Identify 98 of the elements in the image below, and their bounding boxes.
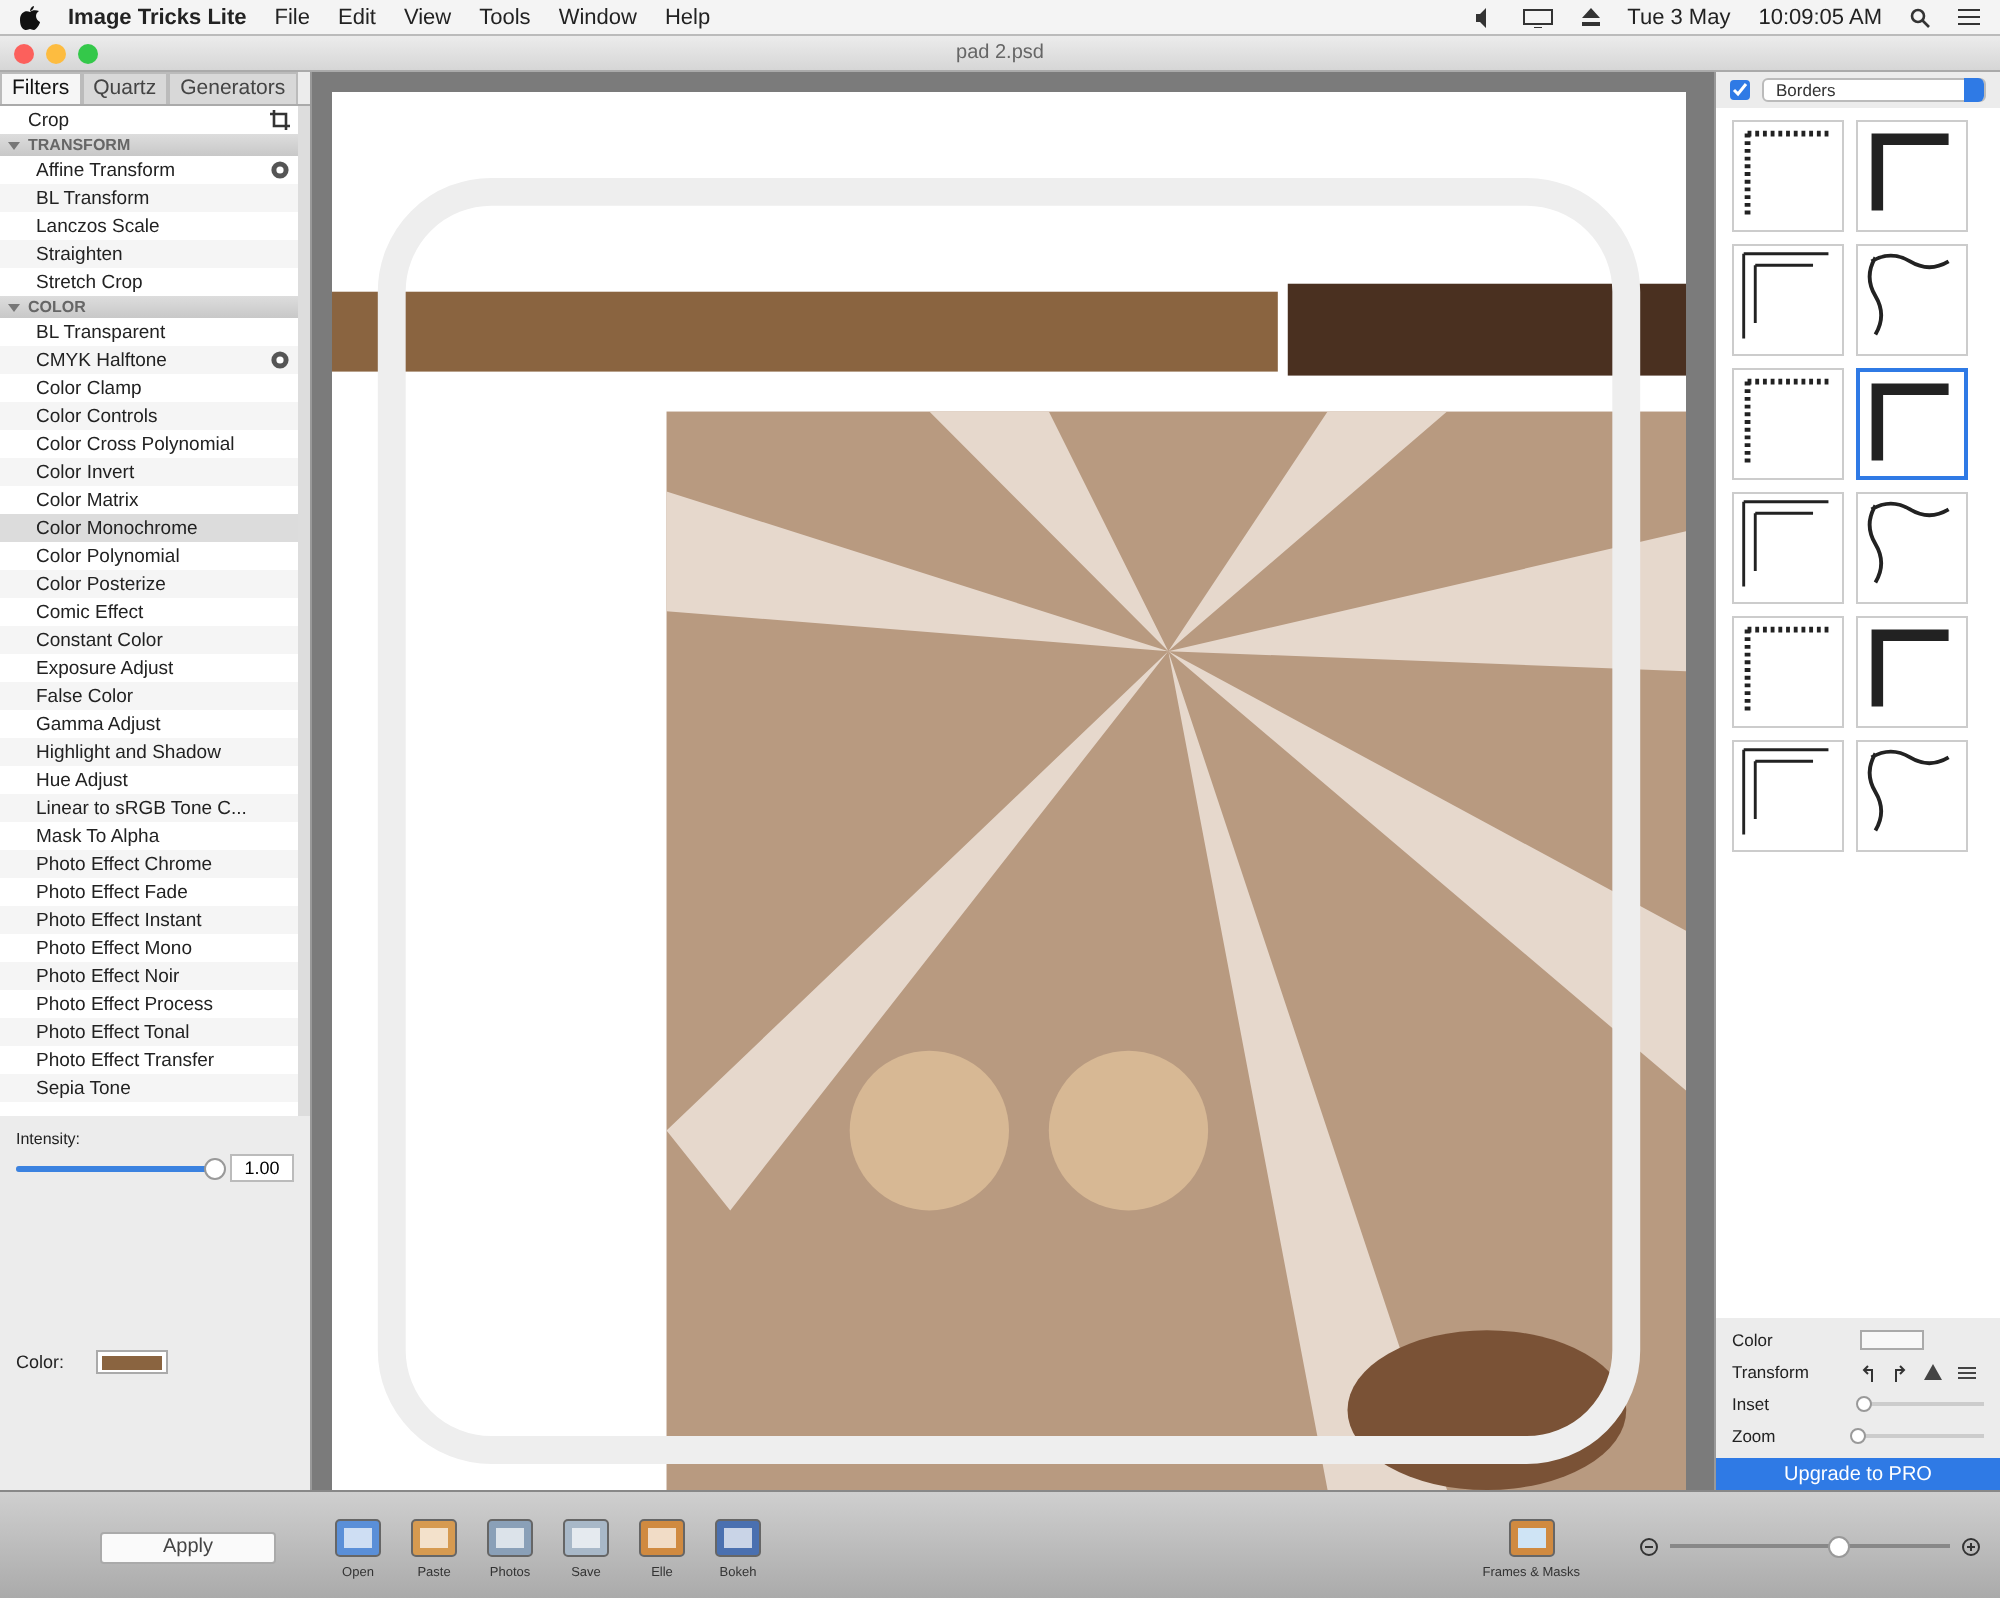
filter-item[interactable]: Mask To Alpha xyxy=(0,822,298,850)
filter-item[interactable]: Exposure Adjust xyxy=(0,654,298,682)
filter-item[interactable]: Photo Effect Fade xyxy=(0,878,298,906)
border-thumbnail[interactable] xyxy=(1732,368,1844,480)
zoom-label: Zoom xyxy=(1732,1426,1778,1446)
border-color-well[interactable] xyxy=(1860,1330,1924,1350)
border-thumbnail[interactable] xyxy=(1856,244,1968,356)
color-label: Color: xyxy=(16,1352,65,1372)
menu-item[interactable]: Tools xyxy=(479,5,531,29)
menu-item[interactable]: Help xyxy=(664,5,711,29)
filter-item[interactable]: Color Polynomial xyxy=(0,542,298,570)
category-popup[interactable]: Borders xyxy=(1762,78,1986,102)
filter-item[interactable]: Constant Color xyxy=(0,626,298,654)
inset-slider[interactable] xyxy=(1856,1396,1873,1412)
filter-item[interactable]: Photo Effect Noir xyxy=(0,962,298,990)
menu-list-icon[interactable] xyxy=(1958,8,1980,26)
frame-picture-icon[interactable] xyxy=(1505,1514,1558,1562)
border-thumbnail[interactable] xyxy=(1732,740,1844,852)
apply-button[interactable]: Apply xyxy=(100,1531,276,1563)
toolbar-picture-icon[interactable] xyxy=(484,1514,536,1562)
gear-icon[interactable] xyxy=(270,160,290,180)
menu-date[interactable]: Tue 3 May xyxy=(1627,5,1731,29)
menu-item[interactable]: View xyxy=(403,5,452,29)
filter-item[interactable]: Photo Effect Chrome xyxy=(0,850,298,878)
intensity-field[interactable]: 1.00 xyxy=(230,1154,294,1182)
filter-item[interactable]: Sepia Tone xyxy=(0,1074,298,1102)
display-icon[interactable] xyxy=(1521,7,1554,27)
filter-item[interactable]: Color Posterize xyxy=(0,570,298,598)
border-thumbnail[interactable] xyxy=(1856,120,1968,232)
filter-item[interactable]: BL Transform xyxy=(0,184,298,212)
toolbar-picture-icon[interactable] xyxy=(560,1514,612,1562)
border-thumbnail[interactable] xyxy=(1732,120,1844,232)
disclosure-triangle-icon[interactable] xyxy=(8,301,20,313)
borders-checkbox[interactable] xyxy=(1730,80,1750,100)
filter-item[interactable]: Color Monochrome xyxy=(0,514,298,542)
filter-item[interactable]: False Color xyxy=(0,682,298,710)
filter-item[interactable]: Hue Adjust xyxy=(0,766,298,794)
rotate-right-icon[interactable] xyxy=(1892,1363,1908,1381)
search-icon[interactable] xyxy=(1910,7,1930,27)
toolbar-picture-icon[interactable] xyxy=(636,1514,688,1562)
filter-item[interactable]: Color Clamp xyxy=(0,374,298,402)
filter-item[interactable]: Gamma Adjust xyxy=(0,710,298,738)
menu-clock[interactable]: 10:09:05 AM xyxy=(1758,5,1882,29)
menu-item[interactable]: Edit xyxy=(338,5,376,29)
filter-item[interactable]: Photo Effect Process xyxy=(0,990,298,1018)
filter-item[interactable]: Affine Transform xyxy=(0,156,298,184)
color-label: Color xyxy=(1732,1330,1775,1350)
eject-icon[interactable] xyxy=(1581,8,1600,26)
intensity-label: Intensity: xyxy=(16,1130,81,1148)
category-header[interactable]: COLOR xyxy=(0,296,298,318)
flip-vertical-icon[interactable] xyxy=(1924,1363,1942,1381)
border-thumbnail[interactable] xyxy=(1732,616,1844,728)
filter-item[interactable]: Highlight and Shadow xyxy=(0,738,298,766)
filter-item[interactable]: Color Matrix xyxy=(0,486,298,514)
toolbar-picture-icon[interactable] xyxy=(408,1514,460,1562)
rotate-left-icon[interactable] xyxy=(1860,1363,1876,1381)
filter-item[interactable]: BL Transparent xyxy=(0,318,298,346)
filter-item[interactable]: Color Invert xyxy=(0,458,298,486)
disclosure-triangle-icon[interactable] xyxy=(8,139,20,151)
menu-item[interactable]: File xyxy=(274,5,310,29)
filter-item[interactable]: Stretch Crop xyxy=(0,268,298,296)
filter-item[interactable]: Linear to sRGB Tone C... xyxy=(0,794,298,822)
filter-item[interactable]: CMYK Halftone xyxy=(0,346,298,374)
border-thumbnail[interactable] xyxy=(1856,616,1968,728)
filter-item[interactable]: Photo Effect Mono xyxy=(0,934,298,962)
border-thumbnail[interactable] xyxy=(1732,492,1844,604)
filter-item[interactable]: Photo Effect Instant xyxy=(0,906,298,934)
filter-item[interactable]: Photo Effect Tonal xyxy=(0,1018,298,1046)
panel-tab[interactable]: Filters xyxy=(0,72,82,104)
border-thumbnail[interactable] xyxy=(1732,244,1844,356)
color-well[interactable] xyxy=(96,1350,169,1374)
filter-item[interactable]: Lanczos Scale xyxy=(0,212,298,240)
border-thumbnail[interactable] xyxy=(1856,368,1968,480)
panel-tab[interactable]: Quartz xyxy=(81,72,169,104)
category-header[interactable]: TRANSFORM xyxy=(0,134,298,156)
toolbar-picture-icon[interactable] xyxy=(712,1514,764,1562)
crop-icon[interactable] xyxy=(270,110,290,130)
upgrade-button[interactable]: Upgrade to PRO xyxy=(1716,1458,2000,1490)
filter-item[interactable]: Color Controls xyxy=(0,402,298,430)
toolbar-picture-icon[interactable] xyxy=(332,1514,384,1562)
menu-item[interactable]: Window xyxy=(558,5,637,29)
panel-tab[interactable]: Generators xyxy=(168,72,298,104)
window-title: pad 2.psd xyxy=(956,42,1044,64)
filter-item[interactable]: Crop xyxy=(0,106,298,134)
filter-item[interactable]: Comic Effect xyxy=(0,598,298,626)
zoom-slider[interactable] xyxy=(1850,1428,1866,1444)
zoom-out-icon[interactable] xyxy=(1640,1538,1658,1556)
zoom-in-icon[interactable] xyxy=(1962,1538,1980,1556)
border-thumbnail[interactable] xyxy=(1856,492,1968,604)
transform-label: Transform xyxy=(1732,1362,1811,1382)
border-thumbnail[interactable] xyxy=(1856,740,1968,852)
filter-item[interactable]: Straighten xyxy=(0,240,298,268)
apple-logo-icon[interactable] xyxy=(20,5,40,29)
filter-item[interactable]: Color Cross Polynomial xyxy=(0,430,298,458)
gear-icon[interactable] xyxy=(270,350,290,370)
inset-label: Inset xyxy=(1732,1394,1771,1414)
app-name-menu[interactable]: Image Tricks Lite xyxy=(68,5,247,29)
filter-item[interactable]: Photo Effect Transfer xyxy=(0,1046,298,1074)
